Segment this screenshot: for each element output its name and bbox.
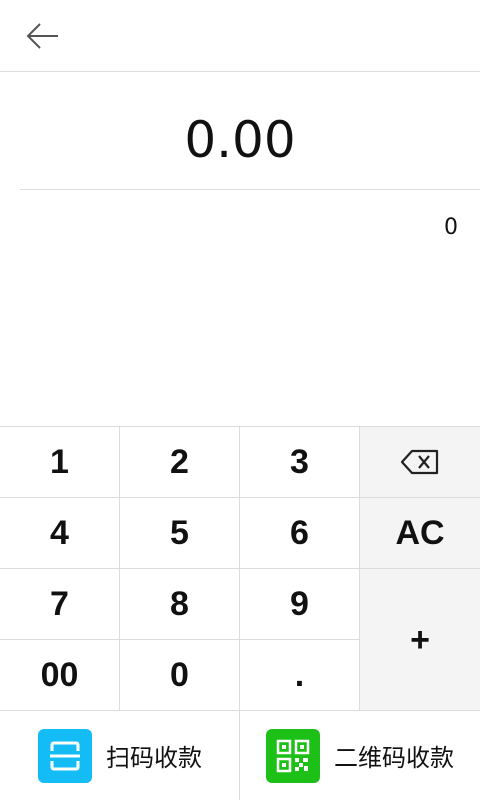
payment-calculator-screen: 0.00 0 1 2 3 4 5 6 AC 7 8 9 + 00 0 . 扫码收… — [0, 0, 480, 800]
numeric-keypad: 1 2 3 4 5 6 AC 7 8 9 + 00 0 . — [0, 426, 480, 711]
back-button[interactable] — [24, 18, 68, 54]
key-00[interactable]: 00 — [0, 640, 120, 711]
payment-bar: 扫码收款 二维码收款 — [0, 710, 480, 800]
expression-display: 0 — [444, 215, 458, 240]
arrow-left-icon — [26, 23, 58, 49]
key-decimal-point[interactable]: . — [240, 640, 360, 711]
clear-button[interactable]: AC — [360, 498, 480, 569]
key-0[interactable]: 0 — [120, 640, 240, 711]
backspace-icon — [400, 449, 439, 475]
qr-pay-label: 二维码收款 — [334, 744, 454, 772]
key-3[interactable]: 3 — [240, 427, 360, 498]
key-2[interactable]: 2 — [120, 427, 240, 498]
scan-pay-label: 扫码收款 — [106, 744, 202, 772]
key-9[interactable]: 9 — [240, 569, 360, 640]
key-1[interactable]: 1 — [0, 427, 120, 498]
amount-divider — [20, 189, 480, 190]
scan-icon — [38, 728, 92, 783]
key-6[interactable]: 6 — [240, 498, 360, 569]
backspace-button[interactable] — [360, 427, 480, 498]
key-8[interactable]: 8 — [120, 569, 240, 640]
key-5[interactable]: 5 — [120, 498, 240, 569]
qr-code-icon — [266, 728, 320, 783]
plus-button[interactable]: + — [360, 569, 480, 711]
scan-pay-button[interactable]: 扫码收款 — [0, 711, 240, 800]
qr-pay-button[interactable]: 二维码收款 — [240, 711, 480, 800]
amount-display: 0.00 — [184, 111, 296, 169]
key-7[interactable]: 7 — [0, 569, 120, 640]
top-bar — [0, 0, 480, 72]
key-4[interactable]: 4 — [0, 498, 120, 569]
